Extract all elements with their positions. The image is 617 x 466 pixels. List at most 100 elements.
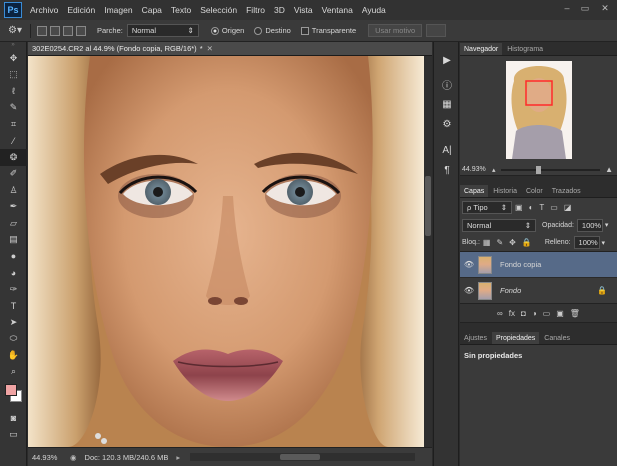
tab-channels[interactable]: Canales (540, 332, 574, 344)
menu-filtro[interactable]: Filtro (246, 5, 265, 15)
gradient-tool-icon[interactable]: ▤ (0, 232, 27, 249)
maximize-icon[interactable]: ▭ (578, 3, 592, 15)
menu-edicion[interactable]: Edición (67, 5, 95, 15)
add-selection-icon[interactable] (49, 25, 60, 36)
status-info-icon[interactable]: ◉ (70, 453, 77, 462)
crop-tool-icon[interactable]: ⌗ (0, 116, 27, 133)
eye-icon[interactable]: 👁 (460, 286, 478, 295)
blend-mode-select[interactable]: Normal ⇕ (462, 218, 536, 232)
status-menu-arrow-icon[interactable]: ▸ (176, 453, 180, 462)
hand-tool-icon[interactable]: ✋ (0, 347, 27, 364)
new-group-icon[interactable]: ▭ (543, 309, 551, 318)
tab-histogram[interactable]: Histograma (503, 43, 547, 55)
brush-presets-icon[interactable]: ▦ (434, 94, 460, 114)
navigator-zoom-value[interactable]: 44.93% (462, 166, 488, 173)
clone-stamp-tool-icon[interactable]: ♙ (0, 182, 27, 199)
lock-transparency-icon[interactable]: ▦ (483, 238, 491, 247)
tab-color[interactable]: Color (522, 185, 547, 197)
subtract-selection-icon[interactable] (62, 25, 73, 36)
tab-layers[interactable]: Capas (460, 185, 489, 197)
menu-seleccion[interactable]: Selección (200, 5, 237, 15)
patch-tool-preset-icon[interactable]: ⚙▾ (8, 25, 22, 36)
screen-mode-icon[interactable]: ▭ (0, 427, 27, 444)
lasso-tool-icon[interactable]: ℓ (0, 83, 27, 100)
play-actions-icon[interactable]: ▶ (434, 50, 460, 70)
history-brush-tool-icon[interactable]: ✒ (0, 199, 27, 216)
destination-radio[interactable] (254, 26, 263, 35)
document-tab[interactable]: 302E0254.CR2 al 44.9% (Fondo copia, RGB/… (28, 42, 432, 56)
close-icon[interactable]: ✕ (598, 3, 612, 15)
opacity-dropdown-icon[interactable]: ▾ (605, 221, 609, 229)
navigator-zoom-slider[interactable] (500, 165, 601, 174)
shape-tool-icon[interactable]: ⬭ (0, 331, 27, 348)
minimize-icon[interactable]: – (560, 3, 574, 15)
eye-icon[interactable]: 👁 (460, 260, 478, 269)
pattern-picker[interactable] (426, 24, 447, 37)
tab-paths[interactable]: Trazados (548, 185, 585, 197)
pen-tool-icon[interactable]: ✑ (0, 281, 27, 298)
source-radio[interactable] (210, 26, 219, 35)
filter-adjustment-icon[interactable]: ◐ (529, 203, 534, 212)
zoom-tool-icon[interactable]: ⌕ (0, 364, 27, 381)
zoom-out-icon[interactable]: ▴ (492, 166, 496, 174)
tab-navigator[interactable]: Navegador (460, 43, 503, 55)
menu-ayuda[interactable]: Ayuda (362, 5, 386, 15)
marquee-tool-icon[interactable]: ⬚ (0, 67, 27, 84)
dodge-tool-icon[interactable]: ◕ (0, 265, 27, 282)
patch-mode-select[interactable]: Normal ⇕ (126, 24, 199, 37)
layer-style-icon[interactable]: fx (509, 309, 515, 318)
filter-smart-icon[interactable]: ◪ (564, 203, 572, 212)
add-mask-icon[interactable]: ◘ (521, 309, 526, 318)
eraser-tool-icon[interactable]: ▱ (0, 215, 27, 232)
new-selection-icon[interactable] (36, 25, 47, 36)
menu-vista[interactable]: Vista (294, 5, 313, 15)
fill-dropdown-icon[interactable]: ▾ (602, 239, 606, 247)
lock-all-icon[interactable]: 🔒 (522, 238, 532, 247)
patch-tool-icon[interactable]: ❂ (0, 149, 27, 166)
foreground-color-swatch[interactable] (5, 384, 17, 396)
lock-pixels-icon[interactable]: ✎ (496, 238, 503, 247)
layer-row-fondo[interactable]: 👁 Fondo 🔒 (460, 278, 617, 304)
path-selection-tool-icon[interactable]: ➤ (0, 314, 27, 331)
link-layers-icon[interactable]: ∞ (497, 309, 503, 318)
brush-tool-icon[interactable]: ✐ (0, 166, 27, 183)
opacity-input[interactable]: 100% (576, 218, 603, 232)
navigator-thumbnail[interactable] (505, 61, 572, 159)
doc-size-info[interactable]: Doc: 120.3 MB/240.6 MB (85, 453, 169, 462)
canvas-horizontal-scrollbar[interactable] (190, 453, 416, 461)
delete-layer-icon[interactable]: 🗑 (570, 309, 580, 318)
intersect-selection-icon[interactable] (75, 25, 86, 36)
layer-filter-select[interactable]: ρ Tipo ⇕ (462, 200, 512, 214)
canvas-vertical-scrollbar[interactable] (424, 56, 432, 447)
menu-archivo[interactable]: Archivo (30, 5, 58, 15)
quick-selection-tool-icon[interactable]: ✎ (0, 100, 27, 117)
use-pattern-button[interactable]: Usar motivo (368, 24, 423, 37)
quick-mask-icon[interactable]: ◙ (0, 410, 27, 427)
menu-imagen[interactable]: Imagen (104, 5, 132, 15)
lock-position-icon[interactable]: ✥ (509, 238, 516, 247)
new-layer-icon[interactable]: ▣ (556, 309, 564, 318)
character-icon[interactable]: A| (434, 140, 460, 160)
move-tool-icon[interactable]: ✥ (0, 50, 27, 67)
transparent-checkbox[interactable] (300, 26, 309, 35)
zoom-in-icon[interactable]: ▲ (605, 165, 613, 174)
filter-type-icon[interactable]: T (539, 203, 544, 212)
tab-adjustments[interactable]: Ajustes (460, 332, 491, 344)
paragraph-icon[interactable]: ¶ (434, 160, 460, 180)
menu-ventana[interactable]: Ventana (322, 5, 353, 15)
tab-properties[interactable]: Propiedades (491, 332, 540, 344)
fill-input[interactable]: 100% (573, 236, 600, 249)
tool-presets-icon[interactable]: ⚙ (434, 114, 460, 134)
close-document-icon[interactable]: ✕ (207, 44, 213, 53)
type-tool-icon[interactable]: T (0, 298, 27, 315)
menu-3d[interactable]: 3D (274, 5, 285, 15)
menu-capa[interactable]: Capa (142, 5, 162, 15)
adjustment-layer-icon[interactable]: ◑ (532, 309, 537, 318)
blur-tool-icon[interactable]: ● (0, 248, 27, 265)
filter-pixel-icon[interactable]: ▣ (515, 203, 523, 212)
menu-texto[interactable]: Texto (171, 5, 191, 15)
info-icon[interactable]: ⓘ (434, 74, 460, 94)
tab-history[interactable]: Historia (489, 185, 521, 197)
eyedropper-tool-icon[interactable]: ⁄ (0, 133, 27, 150)
filter-shape-icon[interactable]: ▭ (550, 203, 558, 212)
